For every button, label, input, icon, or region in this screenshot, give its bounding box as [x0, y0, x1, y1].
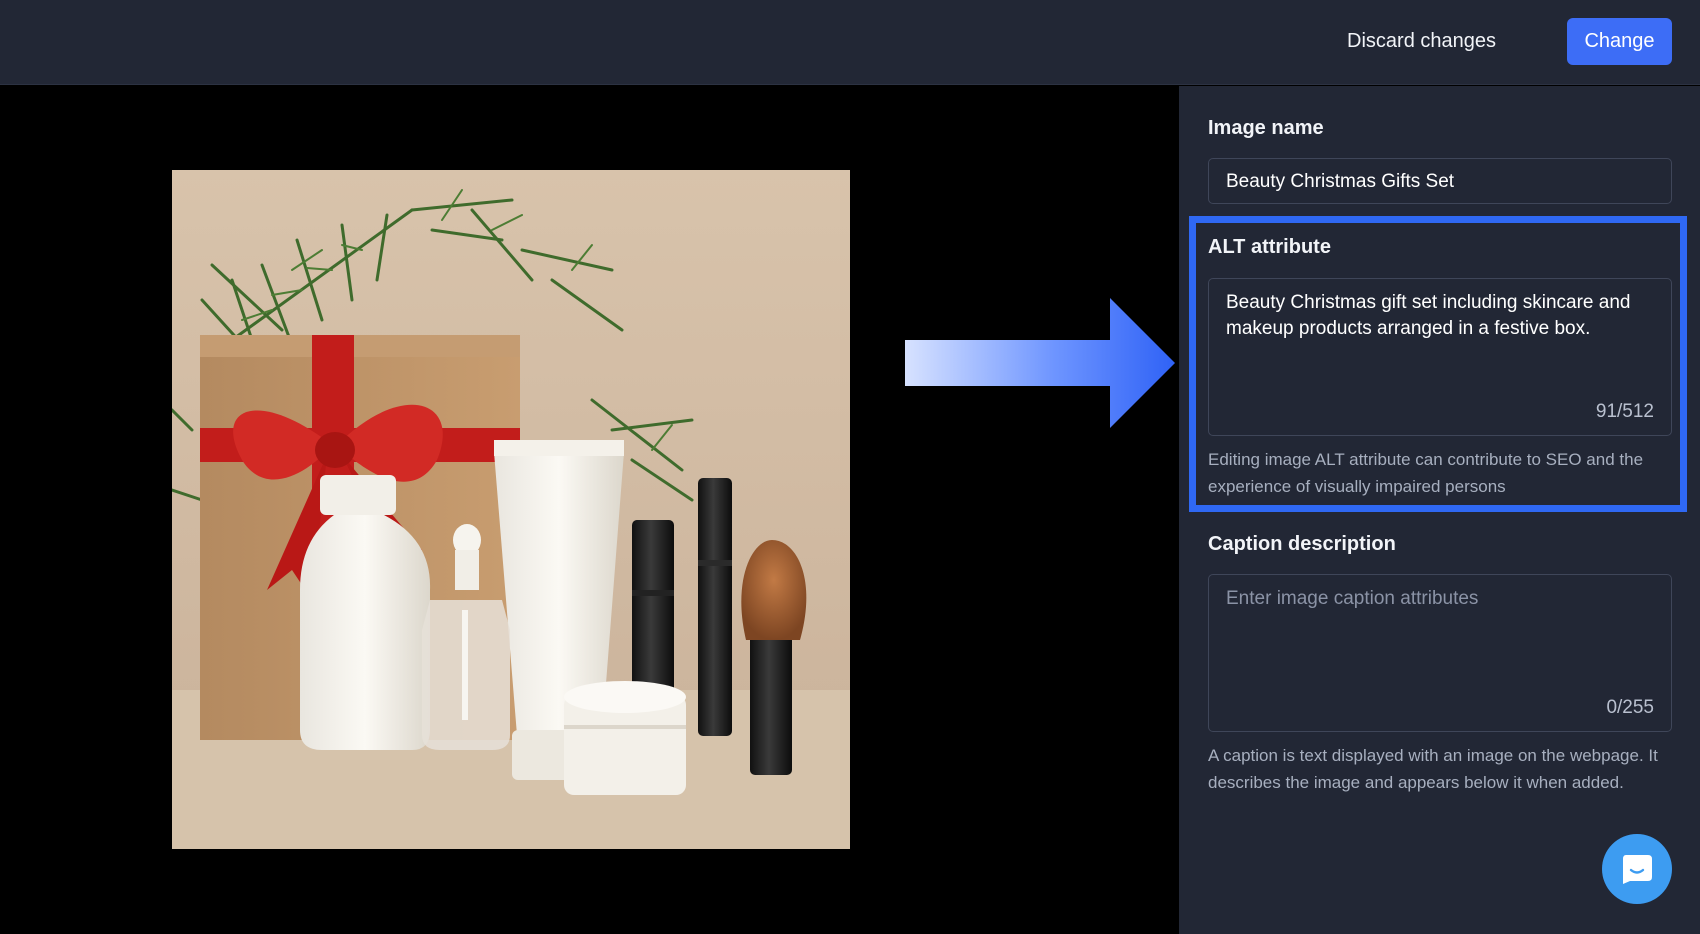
caption-description-help: A caption is text displayed with an imag… [1208, 746, 1658, 792]
chat-icon [1623, 855, 1652, 884]
alt-attribute-textarea[interactable]: Beauty Christmas gift set including skin… [1208, 278, 1672, 436]
arrow-right-icon [905, 298, 1175, 428]
caption-description-textarea[interactable]: Enter image caption attributes 0/255 [1208, 574, 1672, 732]
image-preview-area [0, 86, 1179, 934]
product-photo [172, 170, 850, 849]
image-name-label: Image name [1208, 117, 1324, 139]
image-settings-panel: Image name Beauty Christmas Gifts Set AL… [1179, 86, 1700, 934]
image-name-input[interactable]: Beauty Christmas Gifts Set [1208, 158, 1672, 204]
caption-description-label: Caption description [1208, 533, 1396, 555]
alt-character-counter: 91/512 [1595, 401, 1654, 422]
chat-support-button[interactable] [1602, 834, 1672, 904]
discard-changes-button[interactable]: Discard changes [1341, 18, 1502, 65]
top-toolbar: Discard changes Change [0, 0, 1700, 85]
change-button[interactable]: Change [1567, 18, 1672, 65]
caption-placeholder: Enter image caption attributes [1226, 588, 1479, 609]
alt-attribute-value: Beauty Christmas gift set including skin… [1226, 292, 1631, 339]
alt-attribute-label: ALT attribute [1208, 236, 1331, 258]
alt-attribute-help: Editing image ALT attribute can contribu… [1208, 450, 1644, 496]
caption-character-counter: 0/255 [1606, 697, 1654, 718]
image-name-value: Beauty Christmas Gifts Set [1226, 171, 1455, 192]
